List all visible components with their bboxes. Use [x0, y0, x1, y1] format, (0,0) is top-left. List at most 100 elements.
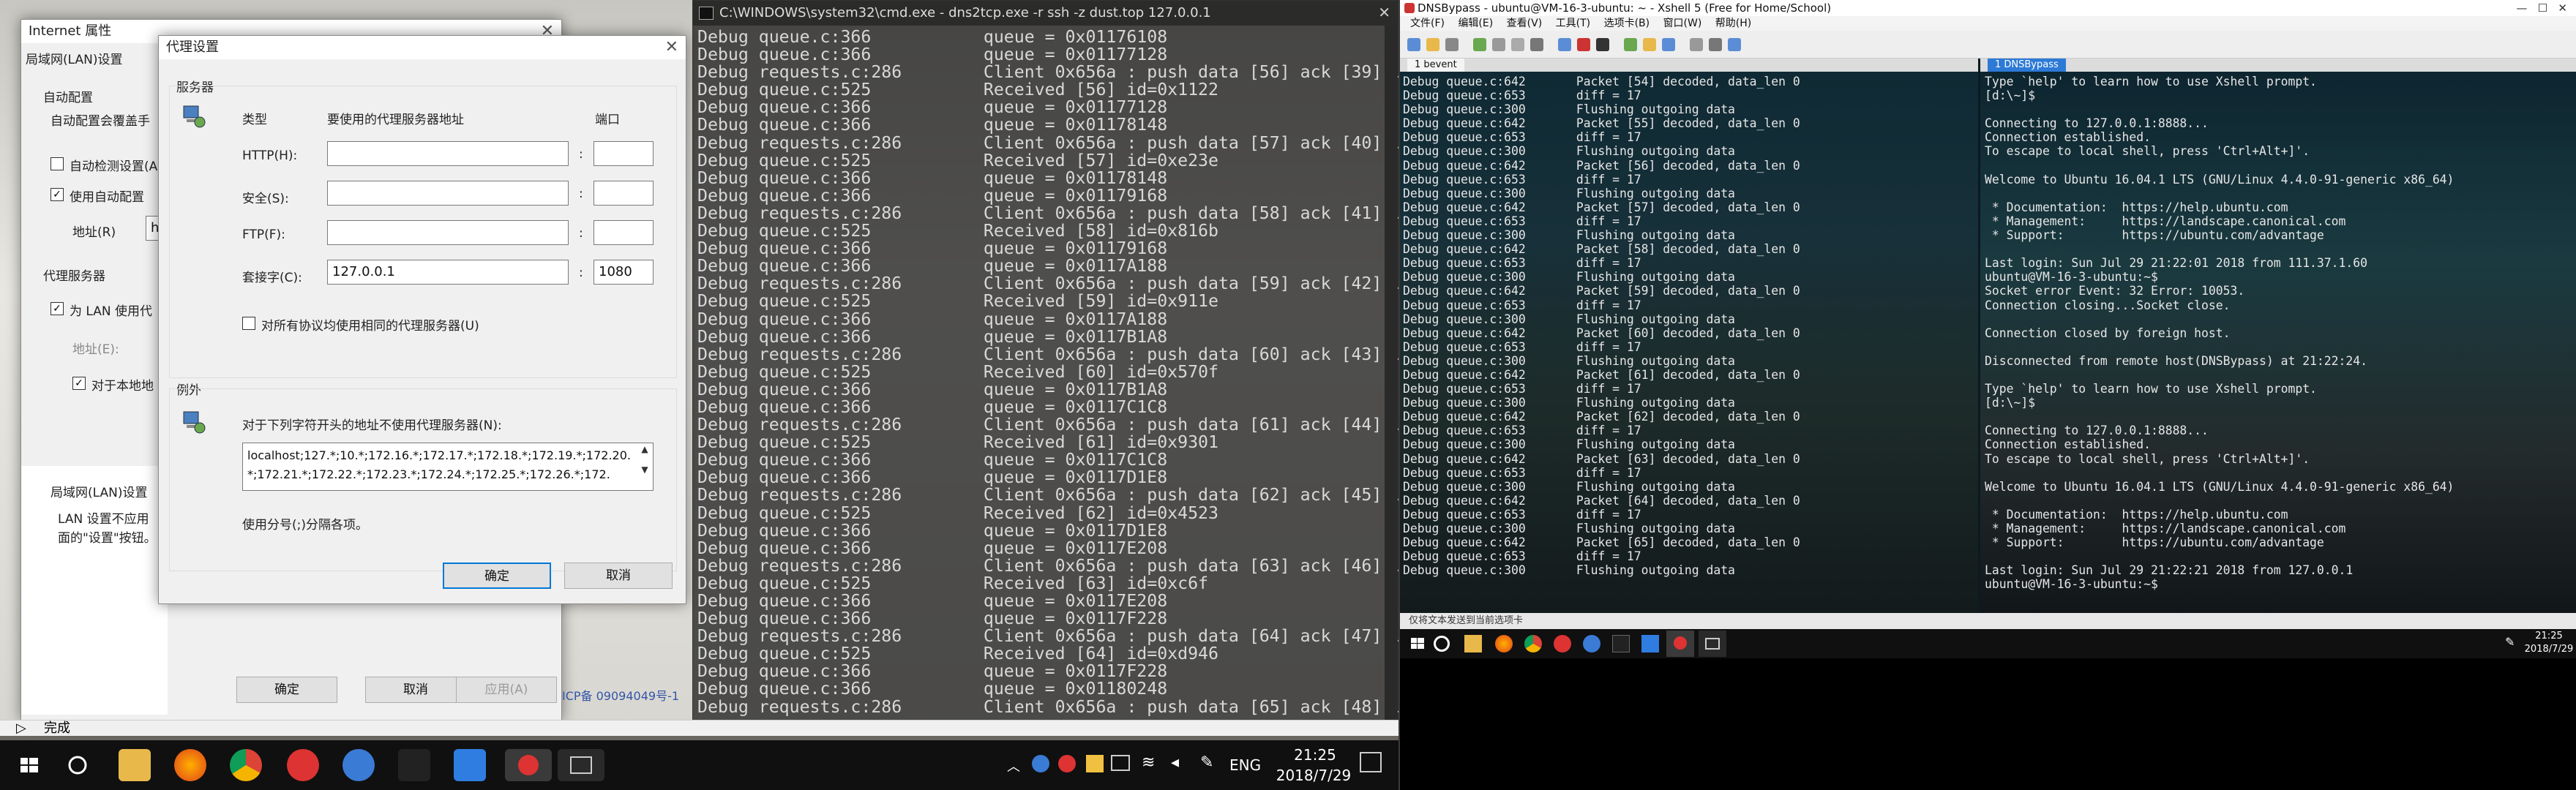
lock-icon[interactable] [1624, 38, 1637, 51]
close-icon[interactable]: ✕ [1378, 4, 1390, 21]
paste-icon[interactable] [1511, 38, 1524, 51]
tray-app-icon[interactable] [1086, 755, 1104, 772]
app-s-icon[interactable] [1583, 635, 1600, 652]
tray-app-icon[interactable] [1058, 755, 1076, 772]
clock-date[interactable]: 2018/7/29 [1273, 767, 1354, 784]
cmd-line: Debug requests.c:286 Client 0x656a : pus… [697, 555, 1464, 576]
ie-apply-button[interactable]: 应用(A) [456, 677, 557, 703]
qq-icon[interactable] [398, 749, 430, 781]
cmd-line: Debug queue.c:525 Received [64] id=0xd94… [697, 644, 1218, 664]
menu-window[interactable]: 窗口(W) [1663, 18, 1702, 29]
close-icon[interactable]: ✕ [665, 36, 678, 59]
app-blue-icon[interactable] [1641, 635, 1659, 652]
file-explorer-icon[interactable] [1464, 635, 1482, 652]
socks-address-input[interactable]: 127.0.0.1 [327, 260, 569, 285]
window-controls[interactable]: — ☐ ✕ [2516, 0, 2567, 16]
xftp-icon[interactable] [1577, 38, 1590, 51]
terminal-line: Debug queue.c:642 Packet [59] decoded, d… [1403, 284, 1800, 298]
print-icon[interactable] [1558, 38, 1571, 51]
menu-edit[interactable]: 编辑(E) [1458, 18, 1493, 29]
pen-icon[interactable]: ✎ [1200, 753, 1213, 772]
volume-icon[interactable]: ◂ [1171, 753, 1179, 772]
layout-icon[interactable] [1709, 38, 1722, 51]
lang-indicator[interactable]: ENG [1229, 756, 1261, 774]
terminal-icon[interactable] [558, 749, 604, 781]
ftp-address-input[interactable] [327, 220, 569, 245]
netease-music-icon[interactable] [1554, 635, 1571, 652]
file-explorer-icon[interactable] [119, 749, 151, 781]
http-port-input[interactable] [594, 141, 654, 166]
chrome-icon[interactable] [230, 749, 262, 781]
tray-battery-icon[interactable] [1111, 755, 1130, 771]
menu-tools[interactable]: 工具(T) [1556, 18, 1590, 29]
cmd-scrollbar[interactable] [1385, 26, 1398, 721]
exceptions-scrollbar[interactable]: ▲ ▼ [637, 444, 652, 489]
socks-port-input[interactable]: 1080 [594, 260, 654, 285]
use-proxy-lan-checkbox[interactable]: ✓ [50, 302, 64, 315]
open-icon[interactable] [1426, 38, 1439, 51]
terminal-line: Debug queue.c:642 Packet [65] decoded, d… [1403, 535, 1800, 550]
find-icon[interactable] [1530, 38, 1543, 51]
disconnect-icon[interactable] [1445, 38, 1459, 51]
terminal-line: Debug queue.c:653 diff = 17 [1403, 89, 1641, 103]
chrome-icon[interactable] [1524, 635, 1542, 652]
clock-time[interactable]: 21:25 [1282, 746, 1348, 764]
copy-icon[interactable] [1492, 38, 1505, 51]
app-red-icon[interactable] [1666, 631, 1694, 657]
app-red-icon[interactable] [505, 749, 552, 781]
terminal-pane-right[interactable]: Type `help' to learn how to use Xshell p… [1980, 72, 2576, 614]
firefox-icon[interactable] [1495, 635, 1513, 652]
clock-date[interactable]: 2018/7/29 [2524, 644, 2574, 655]
exceptions-textarea[interactable]: localhost;127.*;10.*;172.16.*;172.17.*;1… [242, 443, 654, 491]
tab-bevent[interactable]: 1 bevent [1407, 59, 1464, 72]
windows-start-icon[interactable] [1409, 635, 1426, 652]
wifi-icon[interactable]: ≋ [1142, 753, 1155, 772]
secure-address-input[interactable] [327, 181, 569, 206]
compose-icon[interactable] [1596, 38, 1609, 51]
bypass-local-checkbox[interactable]: ✓ [72, 377, 86, 390]
tray-app-icon[interactable] [1032, 755, 1049, 772]
same-proxy-checkbox[interactable] [242, 317, 255, 330]
menu-help[interactable]: 帮助(H) [1715, 18, 1751, 29]
terminal-line: ubuntu@VM-16-3-ubuntu:~$ [1985, 577, 2158, 592]
http-address-input[interactable] [327, 141, 569, 166]
tunnel-icon[interactable] [1662, 38, 1675, 51]
notification-icon[interactable] [1360, 752, 1382, 772]
windows-start-icon[interactable] [13, 749, 45, 781]
cortana-icon[interactable] [1434, 636, 1450, 652]
cortana-icon[interactable] [61, 749, 94, 781]
secure-port-input[interactable] [594, 181, 654, 206]
app-s-icon[interactable] [342, 749, 375, 781]
font-icon[interactable] [1690, 38, 1703, 51]
help-icon[interactable] [1728, 38, 1741, 51]
menu-tabs[interactable]: 选项卡(B) [1604, 18, 1650, 29]
use-script-checkbox[interactable]: ✓ [50, 188, 64, 201]
ie-ok-button[interactable]: 确定 [236, 677, 337, 703]
terminal-line: * Management: https://landscape.canonica… [1985, 522, 2346, 535]
menu-file[interactable]: 文件(F) [1410, 18, 1445, 29]
ftp-port-input[interactable] [594, 220, 654, 245]
netease-music-icon[interactable] [287, 749, 319, 781]
proxy-ok-button[interactable]: 确定 [443, 563, 551, 589]
qq-icon[interactable] [1612, 635, 1630, 652]
terminal-line: Debug queue.c:653 diff = 17 [1403, 339, 1641, 354]
app-blue-icon[interactable] [454, 749, 486, 781]
firefox-icon[interactable] [174, 749, 206, 781]
ie-cancel-button[interactable]: 取消 [365, 677, 466, 703]
auto-detect-checkbox[interactable] [50, 157, 64, 170]
proxy-cancel-button[interactable]: 取消 [564, 563, 673, 589]
use-proxy-lan-label: 为 LAN 使用代 [70, 304, 153, 319]
pen-icon[interactable]: ✎ [2505, 635, 2515, 649]
reconnect-icon[interactable] [1473, 38, 1486, 51]
keyboard-icon[interactable] [1643, 38, 1656, 51]
tray-up-arrow-icon[interactable]: ︿ [1007, 756, 1020, 775]
terminal-pane-left[interactable]: Debug queue.c:642 Packet [54] decoded, d… [1400, 72, 1978, 614]
menu-view[interactable]: 查看(V) [1507, 18, 1543, 29]
new-session-icon[interactable] [1407, 38, 1420, 51]
terminal-line: Socket error Event: 32 Error: 10053. [1985, 284, 2245, 298]
clock-time[interactable]: 21:25 [2527, 631, 2571, 642]
terminal-line: * Support: https://ubuntu.com/advantage [1985, 228, 2324, 243]
tab-dnsbypass[interactable]: 1 DNSBypass [1988, 59, 2066, 72]
terminal-icon[interactable] [1699, 631, 1726, 657]
